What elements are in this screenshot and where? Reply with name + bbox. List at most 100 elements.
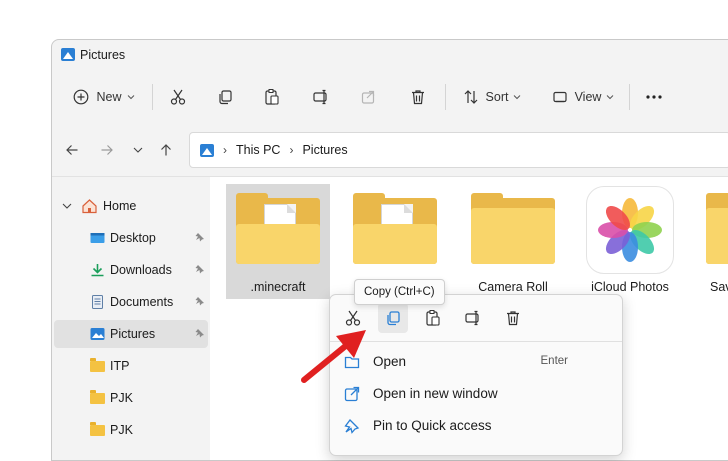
view-label: View bbox=[574, 90, 602, 104]
pin-icon[interactable] bbox=[195, 264, 205, 274]
context-copy-button[interactable] bbox=[378, 303, 408, 333]
folder-item-icloud-photos[interactable]: iCloud Photos bbox=[578, 184, 682, 299]
toolbar-separator bbox=[629, 84, 630, 110]
sort-button[interactable]: Sort bbox=[454, 78, 530, 116]
sort-icon bbox=[464, 90, 477, 104]
folder-icon bbox=[706, 193, 728, 264]
paste-button[interactable] bbox=[256, 78, 288, 116]
item-label: .minecraft bbox=[250, 280, 306, 294]
share-button[interactable] bbox=[353, 78, 385, 116]
trash-icon bbox=[412, 90, 424, 105]
new-button[interactable]: New bbox=[64, 78, 144, 116]
plus-circle-icon bbox=[74, 89, 89, 105]
pin-icon[interactable] bbox=[195, 328, 205, 338]
sidebar-item-downloads[interactable]: Downloads bbox=[54, 256, 208, 284]
sidebar-item-label: ITP bbox=[110, 359, 130, 373]
more-options-button[interactable] bbox=[639, 78, 669, 116]
folder-icon bbox=[353, 193, 437, 264]
folder-item-camera-roll[interactable]: Camera Roll bbox=[461, 184, 565, 299]
context-paste-button[interactable] bbox=[418, 303, 448, 333]
context-delete-button[interactable] bbox=[498, 303, 528, 333]
title-bar[interactable]: Pictures bbox=[52, 40, 728, 70]
sidebar-item-label: PJK bbox=[110, 391, 133, 405]
folder-icon bbox=[236, 193, 320, 264]
sidebar-item-pjk-2[interactable]: PJK bbox=[54, 416, 208, 444]
navigation-pane: Home Desktop Downloads Documents Picture… bbox=[52, 177, 210, 460]
pictures-icon bbox=[90, 328, 105, 340]
menu-item-label: Pin to Quick access bbox=[373, 418, 492, 433]
sidebar-item-home[interactable]: Home bbox=[54, 192, 208, 220]
folder-item-minecraft[interactable]: .minecraft bbox=[226, 184, 330, 299]
sidebar-item-label: Home bbox=[103, 199, 137, 213]
sidebar-item-pjk[interactable]: PJK bbox=[54, 384, 208, 412]
item-label: Sav bbox=[710, 280, 728, 294]
documents-icon bbox=[92, 295, 103, 309]
toolbar-separator bbox=[152, 84, 153, 110]
sidebar-item-documents[interactable]: Documents bbox=[54, 288, 208, 316]
address-bar[interactable]: › This PC › Pictures bbox=[189, 132, 728, 168]
cut-button[interactable] bbox=[162, 78, 194, 116]
item-label: Camera Roll bbox=[478, 280, 548, 294]
forward-button[interactable] bbox=[97, 140, 117, 160]
pictures-icon bbox=[61, 48, 75, 61]
copy-button[interactable] bbox=[209, 78, 241, 116]
menu-item-shortcut: Enter bbox=[540, 355, 569, 367]
pin-icon[interactable] bbox=[195, 232, 205, 242]
folder-icon bbox=[90, 390, 105, 405]
sidebar-item-pictures[interactable]: Pictures bbox=[54, 320, 208, 348]
new-window-icon bbox=[344, 386, 360, 402]
view-button[interactable]: View bbox=[542, 78, 624, 116]
ellipsis-icon bbox=[646, 95, 662, 99]
breadcrumb-separator: › bbox=[289, 143, 294, 157]
window-title: Pictures bbox=[80, 48, 126, 62]
pin-icon[interactable] bbox=[195, 296, 205, 306]
rename-icon bbox=[465, 310, 479, 326]
downloads-icon bbox=[91, 264, 104, 277]
arrow-up-icon bbox=[161, 144, 171, 156]
folder-icon bbox=[471, 193, 555, 264]
copy-tooltip: Copy (Ctrl+C) bbox=[354, 279, 445, 305]
scissors-icon bbox=[170, 89, 186, 105]
sort-label: Sort bbox=[485, 90, 509, 104]
recent-locations-button[interactable] bbox=[128, 140, 148, 160]
annotation-arrow-icon bbox=[301, 330, 366, 383]
rename-icon bbox=[313, 89, 327, 105]
chevron-down-icon bbox=[607, 95, 614, 100]
menu-item-pin-quick-access[interactable]: Pin to Quick access bbox=[330, 411, 622, 441]
context-rename-button[interactable] bbox=[458, 303, 488, 333]
pin-icon bbox=[344, 419, 360, 434]
sidebar-item-label: Downloads bbox=[110, 263, 172, 277]
back-button[interactable] bbox=[62, 140, 82, 160]
command-bar: New Sort View bbox=[52, 78, 728, 118]
folder-item-sav[interactable]: Sav bbox=[696, 184, 728, 299]
breadcrumb-this-pc[interactable]: This PC bbox=[236, 143, 280, 157]
delete-button[interactable] bbox=[402, 78, 434, 116]
toolbar-separator bbox=[445, 84, 446, 110]
breadcrumb-pictures[interactable]: Pictures bbox=[302, 143, 347, 157]
folder-icon bbox=[90, 358, 105, 373]
home-icon bbox=[82, 199, 97, 214]
rename-button[interactable] bbox=[305, 78, 337, 116]
chevron-down-icon[interactable] bbox=[62, 202, 72, 210]
new-label: New bbox=[96, 90, 122, 104]
photos-app-icon bbox=[586, 186, 674, 274]
chevron-down-icon bbox=[133, 147, 143, 153]
item-label: iCloud Photos bbox=[591, 280, 669, 294]
copy-icon bbox=[219, 90, 232, 105]
sidebar-item-label: Documents bbox=[110, 295, 174, 309]
sidebar-item-desktop[interactable]: Desktop bbox=[54, 224, 208, 252]
folder-icon bbox=[90, 422, 105, 437]
sidebar-item-label: Desktop bbox=[110, 231, 156, 245]
desktop-icon bbox=[90, 233, 105, 243]
copy-icon bbox=[387, 311, 400, 326]
up-button[interactable] bbox=[156, 140, 176, 160]
paste-icon bbox=[426, 310, 440, 326]
arrow-left-icon bbox=[66, 145, 78, 155]
sidebar-item-itp[interactable]: ITP bbox=[54, 352, 208, 380]
share-icon bbox=[361, 90, 375, 104]
chevron-down-icon bbox=[514, 95, 521, 100]
breadcrumb-separator: › bbox=[223, 143, 227, 157]
menu-item-label: Open bbox=[373, 354, 407, 369]
sidebar-item-label: Pictures bbox=[110, 327, 156, 341]
paste-icon bbox=[265, 89, 279, 105]
